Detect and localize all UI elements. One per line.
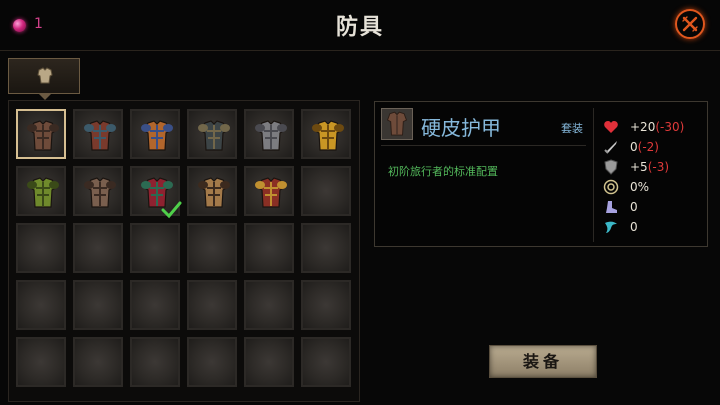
armor-icon — [198, 120, 230, 151]
inventory-slot[interactable] — [16, 337, 66, 387]
inventory-slot[interactable] — [130, 109, 180, 159]
item-description: 初阶旅行者的标准配置 — [388, 165, 498, 178]
inventory-slot[interactable] — [130, 280, 180, 330]
close-x-icon — [682, 16, 698, 32]
armor-icon — [312, 120, 344, 151]
target-icon — [603, 179, 619, 195]
equipped-check-icon — [161, 201, 182, 219]
stat-speed: 0 — [603, 199, 703, 217]
equip-button[interactable]: 装备 — [489, 345, 597, 378]
inventory-slot[interactable] — [73, 337, 123, 387]
inventory-slot[interactable] — [130, 337, 180, 387]
inventory-grid — [8, 100, 360, 402]
item-detail-panel: 硬皮护甲 套装 初阶旅行者的标准配置 +20(-30) 0(-2) +5(-3)… — [374, 101, 708, 247]
inventory-slot[interactable] — [244, 280, 294, 330]
armor-icon — [255, 120, 287, 151]
stat-speed-value: 0 — [630, 200, 638, 214]
stat-attack-delta: (-2) — [637, 140, 659, 154]
inventory-slot[interactable] — [301, 280, 351, 330]
tab-armor-category[interactable] — [8, 58, 80, 100]
armor-icon — [84, 177, 116, 208]
page-title: 防具 — [335, 14, 384, 40]
stat-dodge: 0 — [603, 219, 703, 237]
boot-icon — [606, 201, 617, 213]
armor-icon — [27, 177, 59, 208]
inventory-slot[interactable] — [244, 166, 294, 216]
stat-crit-value: 0% — [630, 180, 650, 194]
inventory-slot[interactable] — [187, 223, 237, 273]
inventory-slot[interactable] — [73, 280, 123, 330]
stat-defense-value: +5 — [630, 160, 648, 174]
inventory-slot[interactable] — [73, 166, 123, 216]
wing-icon — [605, 221, 617, 233]
inventory-slot[interactable] — [187, 109, 237, 159]
inventory-slot[interactable] — [301, 166, 351, 216]
stat-attack: 0(-2) — [603, 139, 703, 157]
set-link[interactable]: 套装 — [561, 120, 583, 136]
armor-icon — [84, 120, 116, 151]
detail-divider — [381, 145, 586, 146]
stat-health-delta: (-30) — [655, 120, 685, 134]
armor-icon — [386, 111, 408, 136]
heart-icon — [604, 121, 618, 133]
inventory-slot[interactable] — [16, 223, 66, 273]
inventory-slot[interactable] — [73, 109, 123, 159]
inventory-slot[interactable] — [301, 223, 351, 273]
armor-icon — [27, 120, 59, 151]
inventory-slot[interactable] — [130, 166, 182, 219]
stat-attack-value: 0 — [630, 140, 638, 154]
item-name: 硬皮护甲 — [421, 116, 501, 140]
inventory-slot[interactable] — [244, 109, 294, 159]
armor-icon — [255, 177, 287, 208]
header-divider — [0, 50, 720, 51]
armor-category-icon — [37, 67, 53, 84]
stat-dodge-value: 0 — [630, 220, 638, 234]
stat-crit: 0% — [603, 179, 703, 197]
inventory-slot[interactable] — [16, 280, 66, 330]
inventory-slot[interactable] — [301, 337, 351, 387]
stat-health: +20(-30) — [603, 119, 703, 137]
armor-icon — [198, 177, 230, 208]
sword-icon — [604, 141, 617, 154]
armor-icon — [141, 120, 173, 151]
inventory-slot[interactable] — [187, 280, 237, 330]
inventory-slot[interactable] — [16, 109, 66, 159]
shield-icon — [604, 159, 618, 175]
inventory-slot[interactable] — [244, 337, 294, 387]
inventory-slot[interactable] — [73, 223, 123, 273]
inventory-slot[interactable] — [301, 109, 351, 159]
inventory-slot[interactable] — [187, 337, 237, 387]
stat-health-value: +20 — [630, 120, 656, 134]
selected-item-icon — [381, 108, 413, 140]
stat-defense-delta: (-3) — [647, 160, 670, 174]
close-button[interactable] — [675, 9, 705, 39]
inventory-slot[interactable] — [130, 223, 180, 273]
inventory-slot[interactable] — [16, 166, 66, 216]
stat-defense: +5(-3) — [603, 159, 703, 177]
stats-divider — [593, 108, 594, 242]
inventory-slot[interactable] — [187, 166, 237, 216]
inventory-slot[interactable] — [244, 223, 294, 273]
